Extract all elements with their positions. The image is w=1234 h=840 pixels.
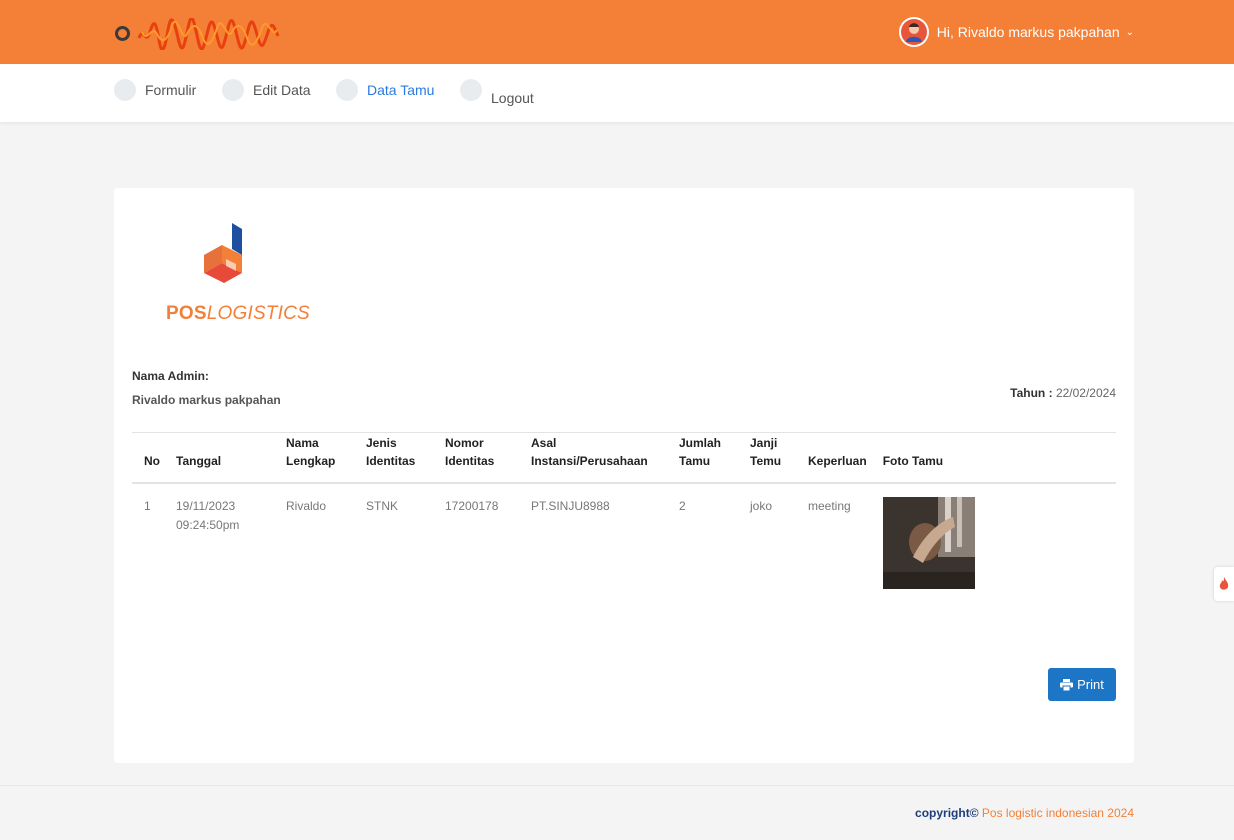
- brand-circle-icon: [115, 26, 130, 41]
- printer-icon: [1060, 678, 1074, 691]
- tahun-display: Tahun : 22/02/2024: [1010, 386, 1116, 400]
- col-label: Jenis: [366, 435, 397, 450]
- nav-item-logout[interactable]: Logout: [460, 79, 534, 106]
- col-janji-temu: Janji Temu: [742, 432, 800, 484]
- chevron-down-icon: ⌄: [1125, 26, 1134, 38]
- nav-item-data-tamu[interactable]: Data Tamu: [336, 79, 434, 101]
- col-label: Identitas: [366, 453, 416, 468]
- tahun-value: 22/02/2024: [1055, 386, 1116, 400]
- cell-keperluan: meeting: [808, 498, 851, 513]
- col-label: Asal: [531, 435, 557, 450]
- logo-pos-text: POS: [166, 303, 207, 324]
- admin-name: Rivaldo markus pakpahan: [132, 393, 281, 407]
- nav-item-label: Formulir: [145, 82, 197, 98]
- nav-item-label: Logout: [491, 90, 534, 106]
- col-asal-instansi: Asal Instansi/Perusahaan: [523, 432, 671, 484]
- col-label: Lengkap: [286, 453, 336, 468]
- col-label: Nomor: [445, 435, 484, 450]
- nav-item-formulir[interactable]: Formulir: [114, 79, 196, 101]
- cell-no: 1: [144, 498, 151, 513]
- col-keperluan: Keperluan: [800, 432, 875, 484]
- col-label: Identitas: [445, 453, 495, 468]
- user-menu[interactable]: Hi, Rivaldo markus pakpahan ⌄: [898, 16, 1134, 48]
- brand-logo[interactable]: [115, 18, 285, 50]
- user-greeting: Hi, Rivaldo markus pakpahan: [936, 24, 1120, 40]
- cell-nomor: 17200178: [445, 498, 499, 513]
- cell-foto: [875, 483, 1116, 602]
- guest-photo-image: [882, 496, 975, 589]
- col-no: No: [132, 432, 168, 484]
- nav-circle-icon: [460, 79, 482, 101]
- col-label: Instansi/Perusahaan: [531, 453, 648, 468]
- print-label: Print: [1077, 677, 1104, 692]
- brand-scribble-graphic: [137, 18, 280, 50]
- tahun-label: Tahun :: [1010, 386, 1053, 400]
- nav-circle-icon: [336, 79, 358, 101]
- logo-logistics-text: LOGISTICS: [206, 303, 310, 324]
- col-nomor-identitas: Nomor Identitas: [437, 432, 523, 484]
- user-avatar: [898, 17, 929, 47]
- col-label: Jumlah: [679, 435, 722, 450]
- cell-jenis: STNK: [366, 498, 399, 513]
- nav-circle-icon: [114, 79, 136, 101]
- table-row: 1 19/11/2023 09:24:50pm Rivaldo STNK 1720…: [132, 483, 1116, 602]
- nav-circle-icon: [222, 79, 244, 101]
- footer: copyright© Pos logistic indonesian 2024: [0, 785, 1234, 840]
- col-nama-lengkap: Nama Lengkap: [278, 432, 358, 484]
- nav-item-label: Edit Data: [253, 82, 311, 98]
- side-flame-tab[interactable]: [1214, 567, 1234, 601]
- top-header: Hi, Rivaldo markus pakpahan ⌄: [0, 0, 1234, 64]
- col-foto-tamu: Foto Tamu: [874, 432, 1116, 484]
- col-label: Tamu: [679, 453, 711, 468]
- cell-jumlah: 2: [679, 498, 686, 513]
- admin-label: Nama Admin:: [132, 369, 209, 383]
- guest-table: No Tanggal Nama Lengkap Jenis Identitas No…: [132, 432, 1116, 602]
- nav-item-edit-data[interactable]: Edit Data: [222, 79, 311, 101]
- cell-nama: Rivaldo: [286, 498, 327, 513]
- logo-wordmark: POSLOGISTICS: [166, 303, 310, 325]
- nav-item-label: Data Tamu: [367, 82, 435, 98]
- poslogistics-logo-icon: [204, 223, 242, 283]
- cell-asal: PT.SINJU8988: [531, 498, 610, 513]
- cell-janji: joko: [750, 498, 773, 513]
- col-jumlah-tamu: Jumlah Tamu: [671, 432, 742, 484]
- company-logo: POSLOGISTICS: [166, 223, 310, 327]
- copyright-label: copyright©: [915, 806, 979, 820]
- col-label: Temu: [750, 453, 782, 468]
- col-label: Nama: [286, 435, 319, 450]
- avatar-icon: [900, 19, 927, 45]
- cell-time: 09:24:50pm: [176, 517, 240, 532]
- print-button[interactable]: Print: [1048, 668, 1116, 701]
- cell-date: 19/11/2023: [176, 498, 236, 513]
- copyright-text: copyright© Pos logistic indonesian 2024: [915, 806, 1134, 820]
- nav-bar: Formulir Edit Data Data Tamu Logout: [0, 64, 1234, 122]
- table-header-row: No Tanggal Nama Lengkap Jenis Identitas No…: [132, 432, 1116, 484]
- guest-data-card: POSLOGISTICS Nama Admin: Rivaldo markus …: [114, 188, 1134, 763]
- cell-tanggal: 19/11/2023 09:24:50pm: [168, 483, 278, 602]
- copyright-company[interactable]: Pos logistic indonesian 2024: [979, 806, 1134, 820]
- col-tanggal: Tanggal: [168, 432, 278, 484]
- guest-photo[interactable]: [882, 496, 975, 589]
- flame-icon: [1219, 577, 1229, 590]
- col-jenis-identitas: Jenis Identitas: [358, 432, 437, 484]
- col-label: Janji: [750, 435, 778, 450]
